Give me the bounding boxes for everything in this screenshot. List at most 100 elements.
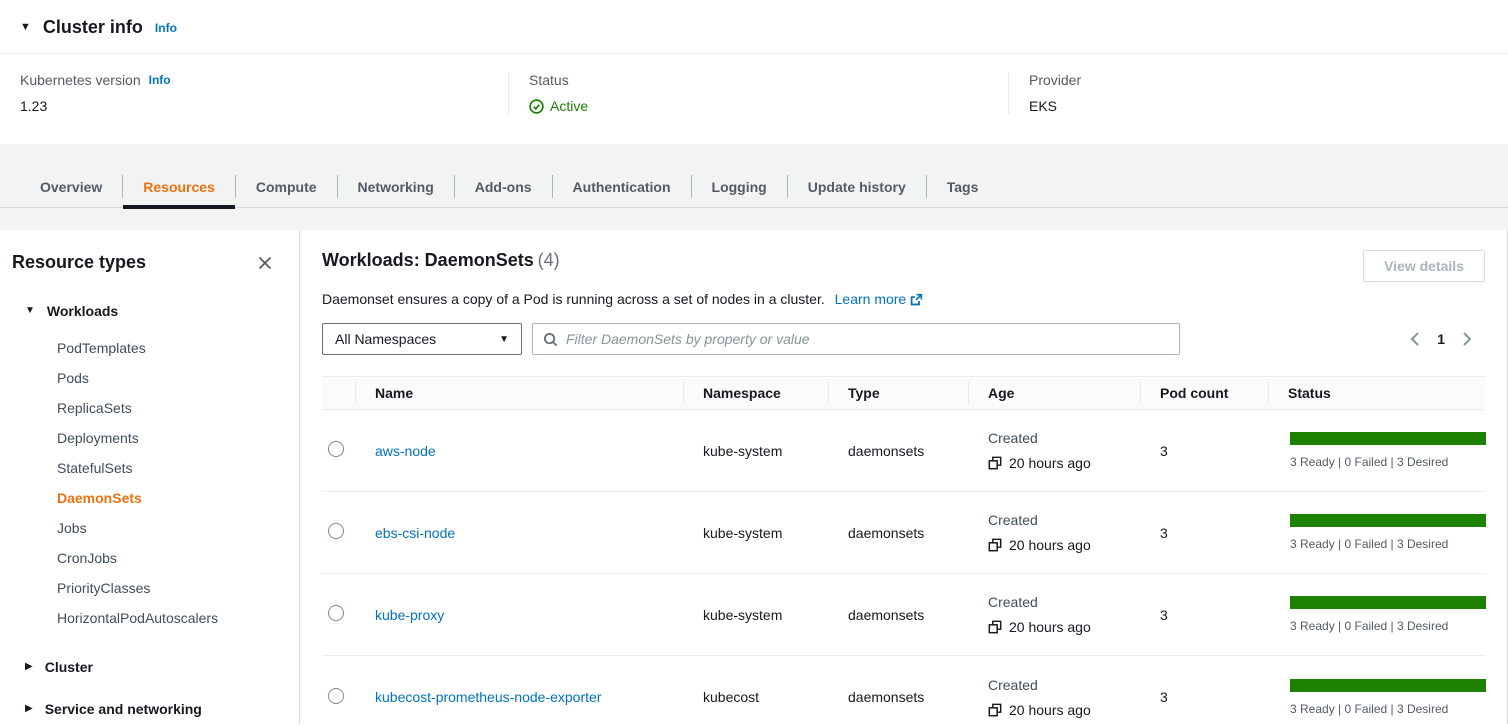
pagination: 1: [1409, 331, 1485, 347]
cluster-summary: Kubernetes version Info 1.23 Status Acti…: [0, 54, 1508, 144]
collapse-triangle-icon[interactable]: ▼: [20, 22, 31, 33]
pod-count-cell: 3: [1140, 607, 1268, 623]
row-select-radio[interactable]: [328, 605, 344, 621]
column-header-age[interactable]: Age: [968, 383, 1140, 403]
tab-add-ons[interactable]: Add-ons: [455, 165, 552, 208]
pods-status-text: 3 Ready | 0 Failed | 3 Desired: [1290, 702, 1486, 716]
tab-update-history[interactable]: Update history: [788, 165, 926, 208]
pods-ready-bar: [1290, 679, 1486, 692]
tab-compute[interactable]: Compute: [236, 165, 337, 208]
current-page-number[interactable]: 1: [1437, 331, 1445, 347]
namespace-cell: kube-system: [683, 443, 828, 459]
kubernetes-version-label: Kubernetes version: [20, 72, 141, 88]
sidebar-item-horizontalpodautoscalers[interactable]: HorizontalPodAutoscalers: [57, 603, 283, 633]
provider-field: Provider EKS: [1008, 72, 1508, 114]
copy-icon[interactable]: [988, 456, 1002, 470]
age-value: 20 hours ago: [1009, 455, 1091, 471]
daemonsets-table: Name Namespace Type Age Pod count Status…: [322, 376, 1485, 726]
panel-title: Workloads: DaemonSets: [322, 250, 534, 270]
pods-ready-bar: [1290, 432, 1486, 445]
pods-status-text: 3 Ready | 0 Failed | 3 Desired: [1290, 455, 1486, 469]
type-cell: daemonsets: [828, 607, 968, 623]
namespace-filter-value: All Namespaces: [335, 331, 436, 347]
pod-count-cell: 3: [1140, 443, 1268, 459]
panel-count: (4): [538, 250, 560, 270]
page-title: Cluster info: [43, 17, 143, 38]
triangle-right-icon: ▶: [25, 704, 33, 714]
sidebar-item-daemonsets[interactable]: DaemonSets: [57, 483, 283, 513]
column-header-pod-count[interactable]: Pod count: [1140, 383, 1268, 403]
tab-networking[interactable]: Networking: [338, 165, 454, 208]
kubernetes-version-field: Kubernetes version Info 1.23: [0, 72, 508, 114]
status-label: Status: [529, 72, 569, 88]
row-select-radio[interactable]: [328, 523, 344, 539]
copy-icon[interactable]: [988, 538, 1002, 552]
pods-status-text: 3 Ready | 0 Failed | 3 Desired: [1290, 537, 1486, 551]
type-cell: daemonsets: [828, 525, 968, 541]
search-box: [532, 323, 1180, 355]
kubernetes-version-info-link[interactable]: Info: [149, 73, 171, 87]
column-header-name[interactable]: Name: [355, 383, 683, 403]
sidebar-item-cronjobs[interactable]: CronJobs: [57, 543, 283, 573]
tab-logging[interactable]: Logging: [692, 165, 787, 208]
sidebar-item-podtemplates[interactable]: PodTemplates: [57, 333, 283, 363]
sidebar-item-list: PodTemplatesPodsReplicaSetsDeploymentsSt…: [57, 333, 283, 633]
type-cell: daemonsets: [828, 443, 968, 459]
table-row: kube-proxy kube-system daemonsets Create…: [322, 574, 1485, 656]
daemonset-name-link[interactable]: aws-node: [375, 443, 436, 459]
age-created-label: Created: [988, 430, 1140, 446]
resource-types-nav: ▼Workloads PodTemplatesPodsReplicaSetsDep…: [12, 303, 283, 717]
resource-types-title: Resource types: [12, 252, 146, 273]
triangle-down-icon: ▼: [25, 306, 35, 316]
namespace-cell: kube-system: [683, 607, 828, 623]
age-created-label: Created: [988, 512, 1140, 528]
view-details-button[interactable]: View details: [1363, 250, 1485, 282]
column-header-type[interactable]: Type: [828, 383, 968, 403]
column-header-status[interactable]: Status: [1268, 383, 1485, 403]
daemonset-name-link[interactable]: kube-proxy: [375, 607, 444, 623]
pods-status-text: 3 Ready | 0 Failed | 3 Desired: [1290, 619, 1486, 633]
next-page-button[interactable]: [1461, 331, 1473, 347]
daemonset-name-link[interactable]: ebs-csi-node: [375, 525, 455, 541]
age-created-label: Created: [988, 677, 1140, 693]
table-body: aws-node kube-system daemonsets Created …: [322, 410, 1485, 726]
status-field: Status Active: [508, 72, 1008, 114]
namespace-cell: kube-system: [683, 525, 828, 541]
kubernetes-version-value: 1.23: [20, 98, 488, 114]
cluster-info-link[interactable]: Info: [155, 21, 177, 35]
status-check-icon: [529, 99, 544, 114]
tab-authentication[interactable]: Authentication: [553, 165, 691, 208]
tabs-band: OverviewResourcesComputeNetworkingAdd-on…: [0, 144, 1508, 230]
row-select-radio[interactable]: [328, 441, 344, 457]
daemonset-name-link[interactable]: kubecost-prometheus-node-exporter: [375, 689, 601, 705]
provider-label: Provider: [1029, 72, 1081, 88]
daemonsets-panel: Workloads: DaemonSets (4) View details D…: [300, 230, 1507, 724]
copy-icon[interactable]: [988, 703, 1002, 717]
close-icon[interactable]: [255, 253, 275, 273]
row-select-radio[interactable]: [328, 688, 344, 704]
sidebar-item-replicasets[interactable]: ReplicaSets: [57, 393, 283, 423]
copy-icon[interactable]: [988, 620, 1002, 634]
filter-input[interactable]: [566, 331, 1169, 347]
tab-resources[interactable]: Resources: [123, 165, 235, 208]
sidebar-group-service-and-networking[interactable]: ▶Service and networking: [12, 701, 283, 717]
previous-page-button[interactable]: [1409, 331, 1421, 347]
sidebar-group-workloads[interactable]: ▼Workloads: [12, 303, 283, 319]
type-cell: daemonsets: [828, 689, 968, 705]
age-created-label: Created: [988, 594, 1140, 610]
sidebar-item-statefulsets[interactable]: StatefulSets: [57, 453, 283, 483]
tab-tags[interactable]: Tags: [927, 165, 999, 208]
age-value: 20 hours ago: [1009, 619, 1091, 635]
namespace-filter-select[interactable]: All Namespaces ▼: [322, 323, 522, 355]
panel-description: Daemonset ensures a copy of a Pod is run…: [322, 291, 825, 307]
sidebar-item-deployments[interactable]: Deployments: [57, 423, 283, 453]
tab-overview[interactable]: Overview: [20, 165, 122, 208]
learn-more-link[interactable]: Learn more: [835, 291, 907, 307]
sidebar-item-pods[interactable]: Pods: [57, 363, 283, 393]
age-value: 20 hours ago: [1009, 702, 1091, 718]
status-value: Active: [550, 98, 588, 114]
sidebar-item-priorityclasses[interactable]: PriorityClasses: [57, 573, 283, 603]
sidebar-group-cluster[interactable]: ▶Cluster: [12, 659, 283, 675]
sidebar-item-jobs[interactable]: Jobs: [57, 513, 283, 543]
column-header-namespace[interactable]: Namespace: [683, 383, 828, 403]
